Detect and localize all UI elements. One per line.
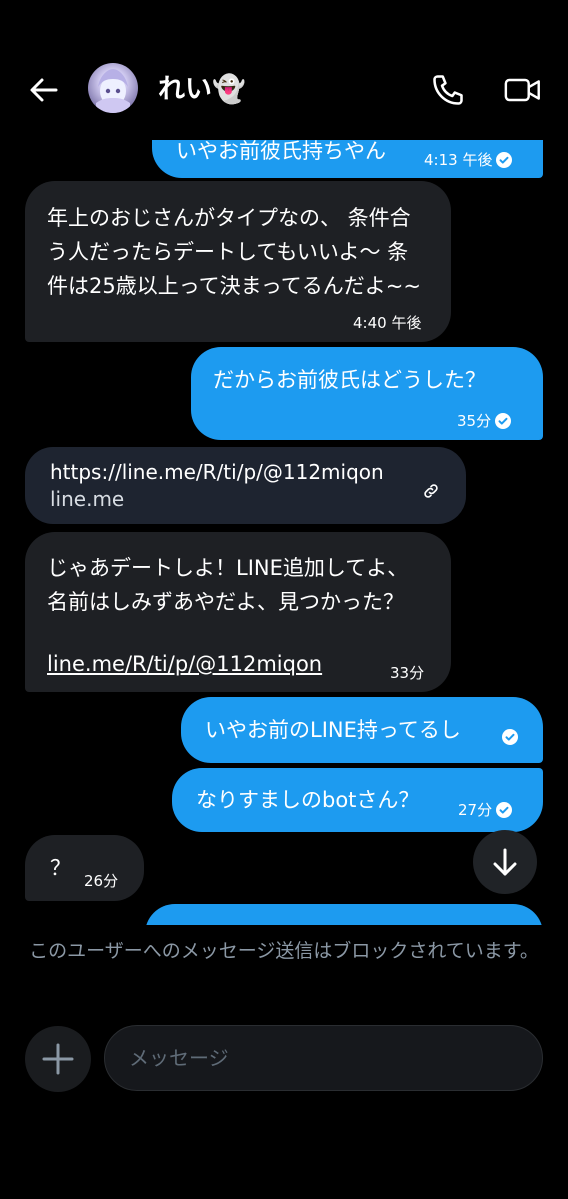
- message-meta: 4:13 午後: [424, 143, 513, 177]
- arrow-left-icon: [30, 78, 58, 102]
- message-meta: 33分: [390, 656, 424, 690]
- message-bubble-outgoing[interactable]: だからお前彼氏はどうした？ 35分: [191, 347, 543, 440]
- video-call-button[interactable]: [503, 72, 543, 108]
- link-icon: [422, 476, 440, 498]
- link-card-domain: line.me: [50, 487, 125, 511]
- message-bubble-incoming[interactable]: 年上のおじさんがタイプなの、 条件合う人だったらデートしてもいいよ～ 条件は25…: [25, 181, 451, 342]
- message-meta: 35分: [457, 404, 512, 438]
- read-check-icon: [502, 729, 518, 745]
- link-card[interactable]: https://line.me/R/ti/p/@112miqon line.me: [25, 447, 466, 524]
- contact-name[interactable]: れい👻: [158, 72, 246, 108]
- arrow-down-icon: [493, 848, 517, 876]
- message-text: ？: [50, 856, 71, 880]
- scroll-to-bottom-button[interactable]: [473, 830, 537, 894]
- message-time: 33分: [390, 664, 425, 682]
- message-text: じゃあデートしよ！LINE追加してよ、名前はしみずあやだよ、見つかった？: [47, 556, 409, 614]
- message-meta: 26分: [84, 864, 118, 898]
- phone-icon: [433, 75, 463, 105]
- message-time: 4:13 午後: [424, 151, 493, 169]
- message-bubble-incoming[interactable]: ？ 26分: [25, 835, 144, 901]
- message-time: 4:40 午後: [353, 314, 422, 332]
- message-text: なりすましのbotさん？: [196, 788, 420, 812]
- message-input[interactable]: [104, 1025, 543, 1091]
- plus-icon: [42, 1043, 74, 1075]
- blocked-notice: このユーザーへのメッセージ送信はブロックされています。: [29, 940, 539, 962]
- back-button[interactable]: [26, 72, 62, 108]
- message-text: だからお前彼氏はどうした？: [213, 368, 486, 392]
- message-time: 35分: [457, 412, 492, 430]
- message-bubble-outgoing[interactable]: なりすましのbotさん？ 27分: [172, 768, 543, 832]
- read-check-icon: [496, 802, 513, 818]
- message-text: いやお前のLINE持ってるし: [205, 718, 461, 742]
- message-meta: [502, 729, 518, 745]
- conversation-header: れい👻: [0, 0, 568, 140]
- message-time: 27分: [458, 801, 493, 819]
- message-bubble-outgoing-partial[interactable]: [145, 904, 543, 925]
- message-meta: 4:40 午後: [353, 306, 421, 340]
- message-bubble-outgoing[interactable]: いやお前のLINE持ってるし: [181, 697, 543, 763]
- read-check-icon: [495, 413, 512, 429]
- message-bubble-incoming[interactable]: じゃあデートしよ！LINE追加してよ、名前はしみずあやだよ、見つかった？ lin…: [25, 532, 451, 692]
- avatar[interactable]: [88, 63, 138, 113]
- message-text: 年上のおじさんがタイプなの、 条件合う人だったらデートしてもいいよ～ 条件は25…: [47, 206, 421, 298]
- video-camera-icon: [504, 78, 540, 102]
- add-media-button[interactable]: [25, 1026, 91, 1092]
- message-link[interactable]: line.me/R/ti/p/@112miqon: [47, 647, 322, 681]
- read-check-icon: [496, 152, 513, 168]
- link-card-url[interactable]: https://line.me/R/ti/p/@112miqon: [50, 459, 384, 485]
- message-time: 26分: [84, 872, 119, 890]
- call-button[interactable]: [430, 72, 466, 108]
- message-meta: 27分: [458, 793, 513, 827]
